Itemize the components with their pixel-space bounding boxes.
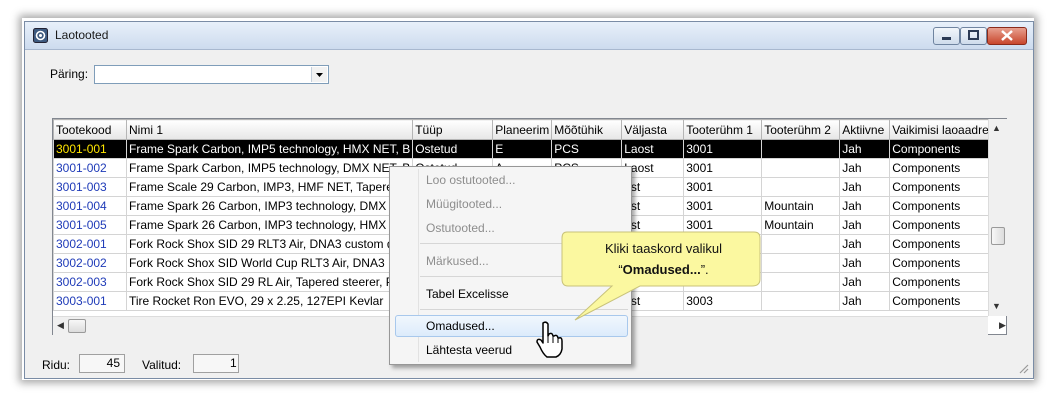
callout-bubble (561, 231, 761, 321)
callout-close-quote: ”. (700, 262, 709, 277)
hand-cursor-icon (536, 321, 563, 358)
callout-line2: “Omadused...”. (564, 259, 763, 280)
callout-bold: Omadused... (622, 262, 701, 277)
callout-line1: Kliki taaskord valikul (604, 241, 723, 256)
callout-text: Kliki taaskord valikul “Omadused...”. (564, 238, 763, 280)
